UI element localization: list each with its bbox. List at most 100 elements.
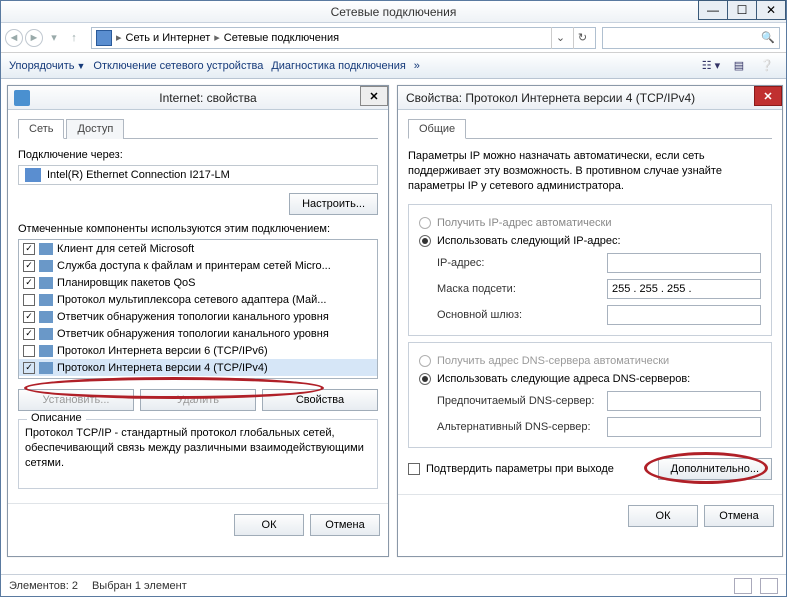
adapter-field: Intel(R) Ethernet Connection I217-LM [18,165,378,185]
disable-device-button[interactable]: Отключение сетевого устройства [93,60,263,72]
dialog-title: Internet: свойства [34,91,382,105]
up-button[interactable]: ↑ [65,29,83,47]
close-button[interactable]: ✕ [360,86,388,106]
refresh-button[interactable]: ↻ [573,27,591,49]
component-icon [39,362,53,374]
adapter-properties-dialog: Internet: свойства ✕ Сеть Доступ Подключ… [7,85,389,557]
history-dropdown[interactable]: ▾ [45,29,63,47]
view-details-icon[interactable] [734,578,752,594]
location-icon [96,30,112,46]
dns-alt-input[interactable] [607,417,761,437]
description-box: Описание Протокол TCP/IP - стандартный п… [18,419,378,489]
breadcrumb-item[interactable]: Сеть и Интернет [126,32,211,44]
configure-button[interactable]: Настроить... [289,193,378,215]
cancel-button[interactable]: Отмена [310,514,380,536]
ok-button[interactable]: ОК [234,514,304,536]
breadcrumb-dropdown[interactable]: ⌄ [551,27,569,49]
preview-pane-button[interactable]: ▤ [728,56,750,76]
cancel-button[interactable]: Отмена [704,505,774,527]
main-title-bar: Сетевые подключения — ☐ ✕ [1,1,786,23]
component-icon [39,243,53,255]
toolbar: Упорядочить▼ Отключение сетевого устройс… [1,53,786,79]
close-button[interactable]: ✕ [756,0,786,20]
chevron-right-icon: ▸ [116,31,122,44]
adapter-icon [14,90,30,106]
dns-group: Получить адрес DNS-сервера автоматически… [408,342,772,448]
radio-ip-manual[interactable]: Использовать следующий IP-адрес: [419,235,761,247]
ip-address-label: IP-адрес: [437,257,607,269]
dns-alt-label: Альтернативный DNS-сервер: [437,421,607,433]
chevron-right-icon: ▸ [214,31,220,44]
dialog-title-bar: Свойства: Протокол Интернета версии 4 (T… [398,86,782,110]
component-icon [39,260,53,272]
components-label: Отмеченные компоненты используются этим … [18,223,378,235]
ipv4-properties-dialog: Свойства: Протокол Интернета версии 4 (T… [397,85,783,557]
overflow-icon[interactable]: » [414,60,420,72]
diagnose-button[interactable]: Диагностика подключения [271,60,405,72]
back-button[interactable]: ◄ [5,29,23,47]
install-button[interactable]: Установить... [18,389,134,411]
component-icon [39,345,53,357]
checkbox[interactable]: ✓ [23,277,35,289]
dialog-title: Свойства: Протокол Интернета версии 4 (T… [404,91,776,105]
checkbox[interactable]: ✓ [23,362,35,374]
breadcrumb[interactable]: ▸ Сеть и Интернет ▸ Сетевые подключения … [91,27,596,49]
gateway-label: Основной шлюз: [437,309,607,321]
address-bar: ◄ ► ▾ ↑ ▸ Сеть и Интернет ▸ Сетевые подк… [1,23,786,53]
view-options-button[interactable]: ☷ ▾ [700,56,722,76]
tab-access[interactable]: Доступ [66,119,124,139]
tabs: Сеть Доступ [18,118,378,139]
search-input[interactable]: 🔍 [602,27,780,49]
list-item[interactable]: ✓Ответчик обнаружения топологии канально… [19,308,377,325]
status-bar: Элементов: 2 Выбран 1 элемент [1,574,786,596]
network-connections-window: Сетевые подключения — ☐ ✕ ◄ ► ▾ ↑ ▸ Сеть… [0,0,787,597]
maximize-button[interactable]: ☐ [727,0,757,20]
list-item[interactable]: ✓Клиент для сетей Microsoft [19,240,377,257]
tabs: Общие [408,118,772,139]
list-item[interactable]: Протокол Интернета версии 6 (TCP/IPv6) [19,342,377,359]
list-item[interactable]: ✓Ответчик обнаружения топологии канально… [19,325,377,342]
ip-address-input[interactable] [607,253,761,273]
main-window-title: Сетевые подключения [331,5,457,19]
advanced-button[interactable]: Дополнительно... [658,458,772,480]
organize-menu[interactable]: Упорядочить▼ [9,60,85,72]
remove-button[interactable]: Удалить [140,389,256,411]
checkbox[interactable]: ✓ [23,311,35,323]
radio-ip-auto[interactable]: Получить IP-адрес автоматически [419,217,761,229]
dns-primary-label: Предпочитаемый DNS-сервер: [437,395,607,407]
list-item[interactable]: ✓Служба доступа к файлам и принтерам сет… [19,257,377,274]
description-legend: Описание [27,412,86,424]
list-item[interactable]: ✓Планировщик пакетов QoS [19,274,377,291]
checkbox[interactable]: ✓ [23,260,35,272]
ip-note: Параметры IP можно назначать автоматичес… [408,149,772,194]
chevron-down-icon: ▼ [76,61,85,71]
radio-dns-manual[interactable]: Использовать следующие адреса DNS-сервер… [419,373,761,385]
confirm-label: Подтвердить параметры при выходе [426,463,614,475]
nic-icon [25,168,41,182]
list-item[interactable]: Протокол мультиплексора сетевого адаптер… [19,291,377,308]
checkbox[interactable] [23,345,35,357]
breadcrumb-item[interactable]: Сетевые подключения [224,32,339,44]
checkbox[interactable] [23,294,35,306]
component-icon [39,311,53,323]
search-icon: 🔍 [761,31,775,44]
properties-button[interactable]: Свойства [262,389,378,411]
close-button[interactable]: ✕ [754,86,782,106]
radio-dns-auto[interactable]: Получить адрес DNS-сервера автоматически [419,355,761,367]
subnet-mask-input[interactable]: 255 . 255 . 255 . [607,279,761,299]
list-item-selected[interactable]: ✓Протокол Интернета версии 4 (TCP/IPv4) [19,359,377,376]
view-large-icon[interactable] [760,578,778,594]
tab-network[interactable]: Сеть [18,119,64,139]
minimize-button[interactable]: — [698,0,728,20]
checkbox[interactable]: ✓ [23,243,35,255]
ip-group: Получить IP-адрес автоматически Использо… [408,204,772,336]
dns-primary-input[interactable] [607,391,761,411]
description-text: Протокол TCP/IP - стандартный протокол г… [25,426,371,471]
checkbox[interactable]: ✓ [23,328,35,340]
gateway-input[interactable] [607,305,761,325]
help-button[interactable]: ❔ [756,56,778,76]
tab-general[interactable]: Общие [408,119,466,139]
ok-button[interactable]: ОК [628,505,698,527]
forward-button[interactable]: ► [25,29,43,47]
confirm-checkbox[interactable] [408,463,420,475]
